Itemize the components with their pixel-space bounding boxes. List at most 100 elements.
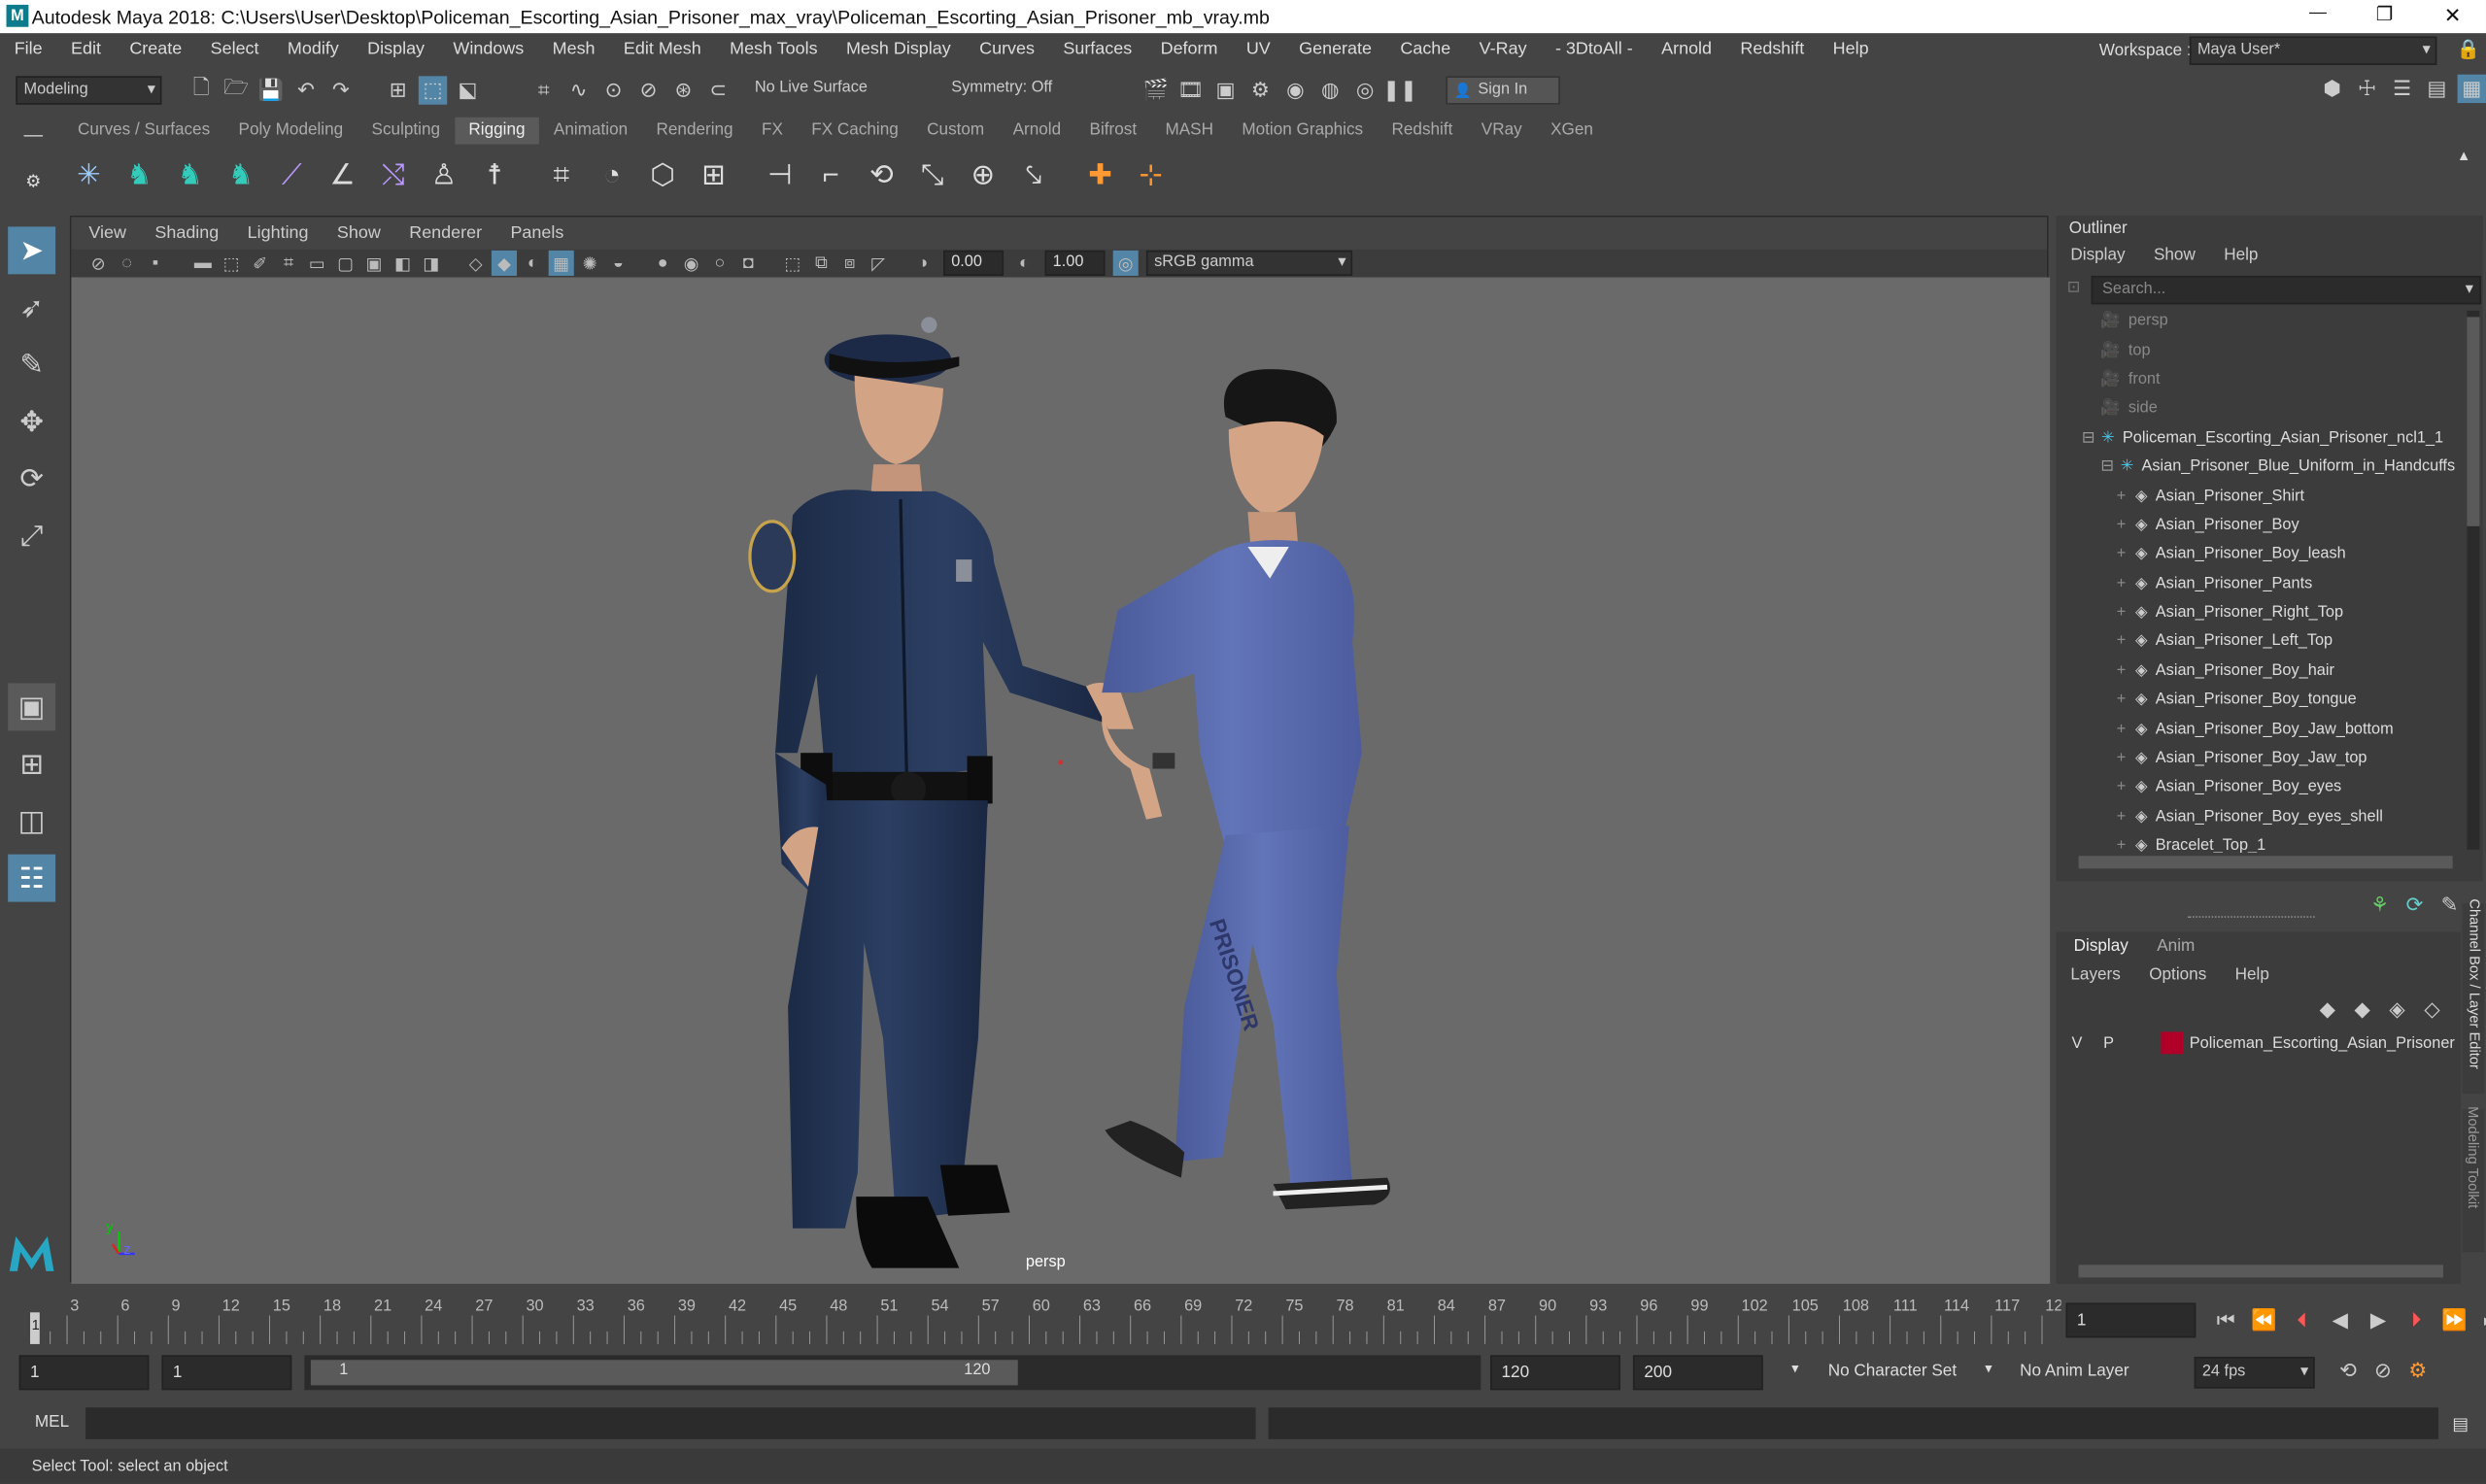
shelf-tab[interactable]: Arnold (999, 118, 1075, 145)
go-to-start-icon[interactable]: ⏮ (2210, 1306, 2242, 1334)
exposure-field[interactable]: 0.00 (943, 250, 1005, 276)
joint-tool-icon[interactable]: ✳ (68, 153, 109, 194)
anim-layer-arrow-icon[interactable]: ▾ (1985, 1360, 1992, 1377)
camera-attributes-icon[interactable]: ◌ (115, 251, 140, 276)
expand-toggle-icon[interactable]: ⊟ (2082, 424, 2095, 453)
channel-box-side-tab[interactable]: Channel Box / Layer Editor (2462, 898, 2485, 1095)
attribute-editor-toggle-icon[interactable]: ☰ (2388, 75, 2416, 103)
field-chart-icon[interactable]: ◧ (390, 251, 415, 276)
outliner-item[interactable]: + ◈ Bracelet_Top_1 (2062, 832, 2464, 853)
loop-icon[interactable]: ⟲ (2333, 1357, 2362, 1385)
outliner-vscrollbar[interactable] (2467, 310, 2480, 850)
outliner-item[interactable]: + ◈ Asian_Prisoner_Boy (2062, 512, 2464, 541)
shelf-tab[interactable]: Poly Modeling (224, 118, 358, 145)
menu-item[interactable]: File (0, 33, 56, 66)
skeleton-icon[interactable]: ☨ (474, 153, 515, 194)
menu-item[interactable]: Mesh Tools (715, 33, 832, 66)
layer-color-swatch[interactable] (2161, 1031, 2184, 1055)
safe-action-icon[interactable]: ◨ (419, 251, 444, 276)
play-backwards-icon[interactable]: ◀ (2325, 1306, 2357, 1334)
menu-item[interactable]: V-Ray (1465, 33, 1541, 66)
aim-constraint-icon[interactable]: ⌐ (810, 153, 851, 194)
outliner-item[interactable]: + ◈ Asian_Prisoner_Left_Top (2062, 628, 2464, 658)
playback-start-field[interactable]: 1 (161, 1355, 292, 1391)
anti-aliasing-icon[interactable]: ○ (707, 251, 732, 276)
rotate-tool-icon[interactable]: ⟳ (8, 455, 55, 502)
single-view-icon[interactable]: ▣ (8, 683, 56, 731)
refresh-icon[interactable]: ⟳ (2401, 891, 2429, 919)
outliner-item[interactable]: 🎥 persp (2062, 308, 2464, 337)
lock-icon[interactable]: 🔒 (2457, 38, 2480, 60)
viewport-menu-item[interactable]: Lighting (233, 218, 323, 250)
sign-in-button[interactable]: 👤 Sign In (1446, 76, 1560, 105)
3d-scene[interactable]: PRISONER y z persp (71, 277, 2051, 1284)
outliner-item[interactable]: + ◈ Asian_Prisoner_Boy_Jaw_top (2062, 745, 2464, 774)
layer-visibility-toggle[interactable]: V (2062, 1034, 2091, 1052)
scene-start-field[interactable]: 1 (18, 1355, 150, 1391)
bind-skin-icon[interactable]: ⤭ (373, 153, 414, 194)
resolution-gate-icon[interactable]: ▢ (333, 251, 358, 276)
snap-surface-icon[interactable]: ⊛ (669, 76, 698, 104)
use-all-lights-icon[interactable]: ✺ (577, 251, 602, 276)
shadows-icon[interactable]: ◒ (605, 251, 630, 276)
layer-editor-menu-item[interactable]: Options (2135, 961, 2221, 989)
outliner-item[interactable]: + ◈ Asian_Prisoner_Pants (2062, 570, 2464, 599)
snap-magnet-icon[interactable]: ⊂ (704, 76, 732, 104)
2d-pan-zoom-icon[interactable]: ⬚ (219, 251, 244, 276)
menu-item[interactable]: Help (1819, 33, 1883, 66)
image-plane-icon[interactable]: ▬ (190, 251, 216, 276)
shelf-tab[interactable]: FX (747, 118, 797, 145)
workspace-dropdown[interactable]: Maya User* ▾ (2189, 36, 2437, 65)
menu-set-dropdown[interactable]: Modeling ▾ (16, 76, 162, 105)
command-language-label[interactable]: MEL (35, 1412, 69, 1432)
grease-pencil-icon[interactable]: ✐ (248, 251, 273, 276)
outliner-layout-icon[interactable]: ☷ (8, 854, 56, 902)
shelf-tab[interactable]: VRay (1467, 118, 1536, 145)
outliner-item[interactable]: + ◈ Asian_Prisoner_Shirt (2062, 483, 2464, 512)
vray-ipr-icon[interactable]: ◎ (1350, 76, 1379, 104)
shelf-tab[interactable]: MASH (1151, 118, 1228, 145)
backface-icon[interactable]: ◸ (866, 251, 891, 276)
screen-space-ao-icon[interactable]: ● (650, 251, 675, 276)
play-forwards-icon[interactable]: ▶ (2363, 1306, 2395, 1334)
layer-editor-tab[interactable]: Anim (2143, 932, 2209, 961)
open-scene-icon[interactable]: 🗁 (221, 75, 250, 104)
outliner-item[interactable]: + ◈ Asian_Prisoner_Boy_eyes_shell (2062, 803, 2464, 832)
pause-render-icon[interactable]: ❚❚ (1382, 76, 1417, 104)
colorspace-dropdown[interactable]: sRGB gamma ▾ (1145, 250, 1353, 276)
shelf-tab[interactable]: Rigging (454, 117, 540, 145)
maximize-button[interactable]: ❐ (2368, 3, 2401, 25)
outliner-filter-icon[interactable]: ⊡ (2062, 279, 2085, 296)
menu-item[interactable]: Generate (1284, 33, 1385, 66)
step-back-frame-icon[interactable]: ⏴ (2286, 1306, 2318, 1334)
human-ik-icon[interactable]: ♞ (170, 153, 211, 194)
two-view-icon[interactable]: ◫ (8, 797, 55, 845)
grid-icon[interactable]: ⌗ (276, 251, 301, 276)
tool-settings-toggle-icon[interactable]: ▤ (2423, 75, 2451, 103)
shelf-tab[interactable]: XGen (1536, 118, 1607, 145)
four-view-icon[interactable]: ⊞ (8, 740, 55, 788)
shelf-tab[interactable]: FX Caching (798, 118, 913, 145)
current-frame-field[interactable]: 1 (2065, 1302, 2197, 1338)
new-layer-icon[interactable]: ◈ (2383, 995, 2411, 1024)
shelf-scroll-icon[interactable]: ▲ (2454, 148, 2473, 163)
range-slider-track[interactable]: 1 120 (304, 1355, 1481, 1391)
parent-constraint-icon[interactable]: ⊕ (963, 153, 1004, 194)
shelf-tab[interactable]: Bifrost (1075, 118, 1151, 145)
select-hierarchy-icon[interactable]: ⊞ (384, 76, 412, 104)
scale-constraint-icon[interactable]: ⤡ (911, 153, 952, 194)
time-slider[interactable]: 3 6 9 12 15 18 21 24 27 30 33 36 39 42 45 48 51 54 57 60 63 6… (0, 1287, 2486, 1348)
prisoner-model[interactable]: PRISONER (1102, 369, 1390, 1210)
outliner-item[interactable]: + ◈ Asian_Prisoner_Right_Top (2062, 599, 2464, 628)
layer-row[interactable]: V P Policeman_Escorting_Asian_Prisoner (2062, 1027, 2456, 1060)
layer-editor-menu-item[interactable]: Help (2221, 961, 2284, 989)
render-frame-icon[interactable]: 🎞 (1176, 76, 1205, 104)
default-material-icon[interactable]: ◐ (520, 251, 545, 276)
lattice-icon[interactable]: ⌗ (541, 153, 582, 194)
character-controls-toggle-icon[interactable]: ☩ (2353, 75, 2381, 103)
paint-select-tool-icon[interactable]: ✎ (8, 341, 55, 388)
pole-vector-icon[interactable]: ⤥ (1013, 153, 1054, 194)
shelf-tab[interactable]: Curves / Surfaces (63, 118, 224, 145)
panel-splitter[interactable] (2188, 916, 2315, 918)
select-object-icon[interactable]: ⬚ (418, 76, 448, 105)
